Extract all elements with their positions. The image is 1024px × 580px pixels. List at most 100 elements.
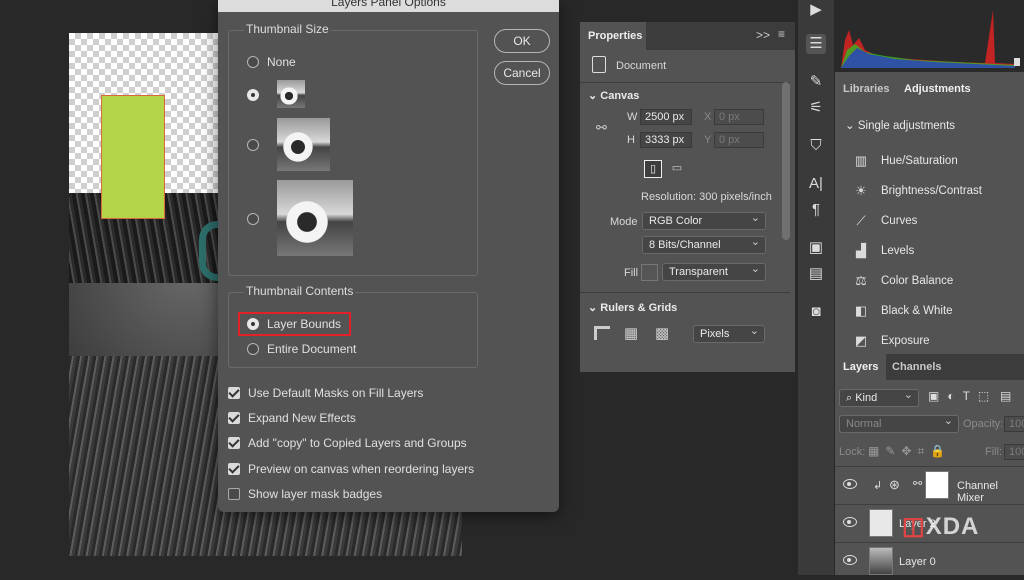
adjustment-hue-saturation[interactable]: Hue/Saturation — [881, 155, 958, 167]
blend-mode-dropdown[interactable]: Normal — [839, 413, 959, 433]
pixel-grid-icon[interactable]: ▩ — [655, 324, 669, 342]
link-icon: ⚯ — [913, 478, 923, 490]
portrait-orientation-icon[interactable]: ▯ — [644, 160, 662, 178]
mode-label: Mode — [610, 216, 638, 228]
eye-icon[interactable] — [843, 555, 857, 565]
layer-mask-thumbnail — [925, 471, 949, 499]
canvas-section-label: Canvas — [600, 90, 640, 102]
green-rectangle-layer — [101, 95, 165, 219]
size-large-radio[interactable] — [247, 213, 259, 225]
tab-layers[interactable]: Layers — [835, 354, 887, 380]
fill-dropdown[interactable]: Transparent — [662, 261, 766, 281]
rulers-grids-label: Rulers & Grids — [600, 302, 678, 314]
grid-icon[interactable]: ▦ — [624, 324, 638, 342]
medium-thumbnail-preview — [277, 118, 330, 171]
fill-swatch[interactable] — [641, 264, 658, 281]
document-label: Document — [616, 60, 667, 72]
layer-row-layer-0[interactable]: Layer 0 — [835, 542, 1024, 580]
units-dropdown[interactable]: Pixels — [693, 323, 765, 343]
levels-icon: ▟ — [856, 243, 866, 258]
histogram — [835, 0, 1024, 72]
divider — [580, 292, 790, 293]
lock-options-icons[interactable]: ▦✎✥⌗🔒 — [868, 444, 951, 459]
large-thumbnail-preview — [277, 180, 353, 256]
checkbox-expand-effects-label: Expand New Effects — [248, 411, 356, 425]
fill-field[interactable]: 100 — [1004, 444, 1024, 460]
adjustments-sliders-icon[interactable]: ☰ — [806, 34, 826, 54]
checkbox-preview-reordering[interactable] — [228, 463, 240, 475]
brightness-icon: ☀ — [855, 183, 867, 198]
paragraph-icon[interactable]: ¶ — [806, 200, 826, 220]
layer-name: Channel Mixer — [957, 480, 998, 504]
layer-name: Layer 0 — [899, 556, 936, 568]
single-adjustments-header[interactable]: ⌄ Single adjustments — [845, 118, 955, 132]
3d-icon[interactable]: ◙ — [806, 302, 826, 322]
eye-icon[interactable] — [843, 479, 857, 489]
entire-document-label: Entire Document — [267, 342, 357, 356]
opacity-label: Opacity: — [963, 418, 1004, 430]
single-adjustments-label: Single adjustments — [857, 120, 956, 132]
x-field[interactable]: 0 px — [714, 109, 764, 125]
height-field[interactable]: 3333 px — [640, 132, 692, 148]
size-none-radio[interactable] — [247, 56, 259, 68]
character-icon[interactable]: A| — [806, 174, 826, 194]
layer-filter-icons[interactable]: ▣◐T⬚ — [928, 389, 997, 403]
brush-settings-icon[interactable]: ⚟ — [806, 98, 826, 118]
link-icon[interactable]: ⚯ — [596, 120, 607, 136]
properties-panel: Properties >> ≡ Document ⌄ Canvas ⚯ W 25… — [580, 22, 795, 372]
adjustment-color-balance[interactable]: Color Balance — [881, 275, 953, 287]
checkbox-add-copy[interactable] — [228, 437, 240, 449]
canvas-section-header[interactable]: ⌄ Canvas — [588, 89, 639, 102]
notes-icon[interactable]: ▤ — [806, 264, 826, 284]
width-field[interactable]: 2500 px — [640, 109, 692, 125]
glyphs-icon[interactable]: ▣ — [806, 238, 826, 258]
eye-icon[interactable] — [843, 517, 857, 527]
landscape-orientation-icon[interactable]: ▭ — [668, 160, 686, 178]
resolution-text: Resolution: 300 pixels/inch — [641, 191, 772, 203]
rulers-grids-header[interactable]: ⌄ Rulers & Grids — [588, 301, 677, 314]
divider — [580, 82, 790, 83]
adjustment-brightness-contrast[interactable]: Brightness/Contrast — [881, 185, 982, 197]
checkbox-expand-effects[interactable] — [228, 412, 240, 424]
layer-row-channel-mixer[interactable]: ↲ ⊛ ⚯ Channel Mixer — [835, 466, 1024, 504]
ruler-icon[interactable] — [594, 326, 610, 340]
size-medium-radio[interactable] — [247, 139, 259, 151]
fill-label: Fill — [624, 267, 639, 279]
adjustment-curves[interactable]: Curves — [881, 215, 917, 227]
opacity-field[interactable]: 100 — [1004, 416, 1024, 432]
tab-libraries[interactable]: Libraries — [835, 76, 897, 102]
play-icon[interactable]: ▶ — [806, 0, 826, 20]
small-thumbnail-preview — [277, 80, 305, 108]
thumbnail-contents-label: Thumbnail Contents — [244, 284, 356, 298]
clone-source-icon[interactable]: ⛉ — [806, 136, 826, 156]
thumbnail-size-label: Thumbnail Size — [244, 22, 331, 36]
size-small-radio[interactable] — [247, 89, 259, 101]
cancel-button[interactable]: Cancel — [494, 61, 550, 85]
xda-watermark: ◫XDA — [902, 512, 979, 541]
exposure-icon: ◩ — [854, 333, 868, 348]
adjustment-levels[interactable]: Levels — [881, 245, 914, 257]
entire-document-radio[interactable] — [247, 343, 259, 355]
checkbox-default-masks[interactable] — [228, 387, 240, 399]
kind-filter-dropdown[interactable]: ⌕ Kind — [839, 387, 919, 407]
ok-button[interactable]: OK — [494, 29, 550, 53]
adjustment-exposure[interactable]: Exposure — [881, 335, 930, 347]
curves-icon: ⟋ — [856, 213, 866, 228]
hue-saturation-icon: ▥ — [854, 153, 868, 168]
collapse-panel-icon[interactable]: >> — [756, 28, 770, 42]
tab-properties[interactable]: Properties — [580, 22, 646, 50]
adjustment-black-white[interactable]: Black & White — [881, 305, 953, 317]
checkbox-mask-badges[interactable] — [228, 488, 240, 500]
chevron-down-icon: ⌄ — [845, 120, 858, 132]
lock-label: Lock: — [839, 446, 866, 458]
tab-adjustments[interactable]: Adjustments — [896, 76, 979, 102]
panel-menu-icon[interactable]: ≡ — [778, 27, 785, 41]
smart-object-filter-icon[interactable]: ▤ — [1000, 389, 1011, 403]
y-field[interactable]: 0 px — [714, 132, 764, 148]
layer-bounds-highlight-box — [238, 312, 351, 336]
mode-dropdown[interactable]: RGB Color — [642, 210, 766, 230]
bit-depth-dropdown[interactable]: 8 Bits/Channel — [642, 234, 766, 254]
properties-scrollbar[interactable] — [782, 82, 790, 240]
brush-icon[interactable]: ✎ — [806, 72, 826, 92]
tab-channels[interactable]: Channels — [884, 354, 950, 380]
